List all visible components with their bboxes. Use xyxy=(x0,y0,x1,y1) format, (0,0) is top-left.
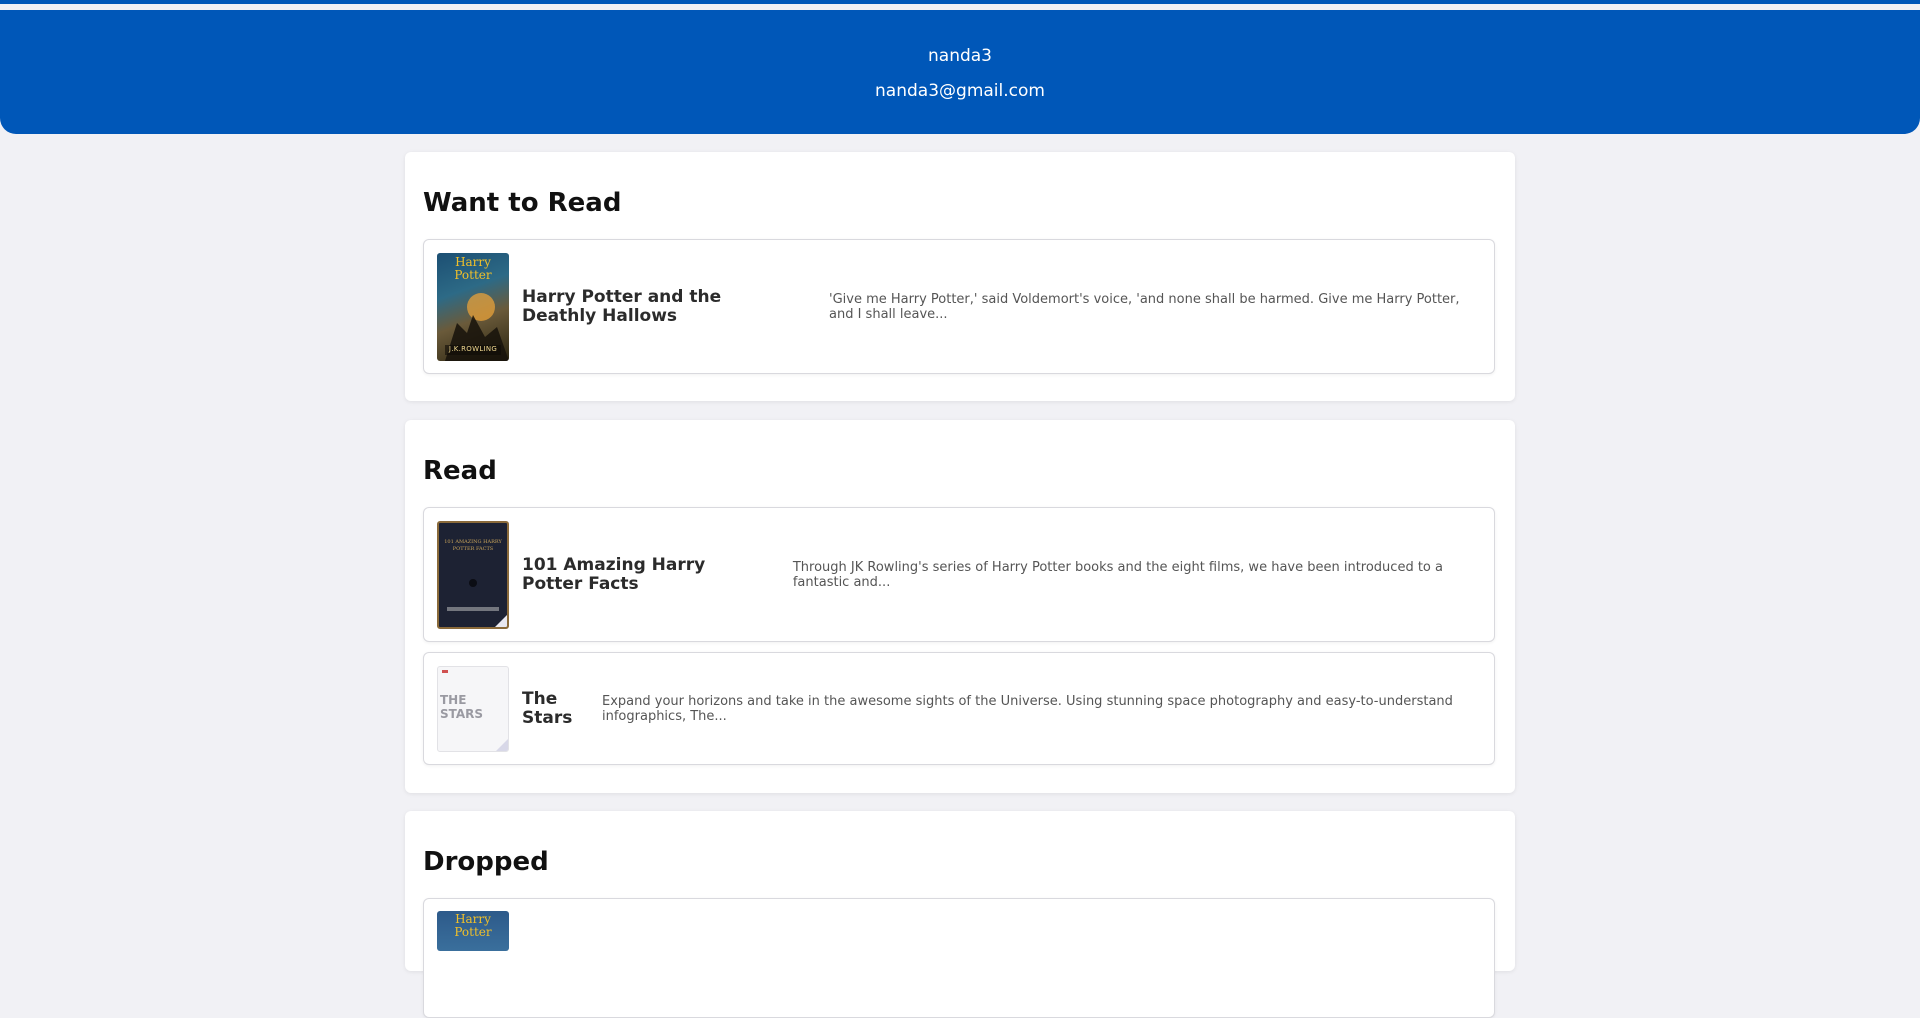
top-accent-strip xyxy=(0,0,1920,4)
book-cover-image[interactable]: THE STARS xyxy=(437,665,509,752)
book-title[interactable]: The Stars xyxy=(522,689,572,728)
cover-title-text: Harry Potter xyxy=(454,912,492,939)
profile-email: nanda3@gmail.com xyxy=(875,81,1045,101)
section-dropped: Dropped Harry Potter xyxy=(405,811,1515,1018)
section-want-to-read: Want to Read Harry Potter J.K.ROWLING Ha… xyxy=(405,152,1515,401)
book-cover-image[interactable]: 101 AMAZING HARRY POTTER FACTS xyxy=(437,520,509,629)
book-description: 'Give me Harry Potter,' said Voldemort's… xyxy=(829,291,1460,322)
book-card[interactable]: THE STARS The Stars Expand your horizons… xyxy=(423,652,1495,765)
profile-username: nanda3 xyxy=(928,46,992,66)
book-title[interactable]: Harry Potter and the Deathly Hallows xyxy=(522,287,799,326)
cover-author-text: J.K.ROWLING xyxy=(448,344,498,353)
profile-header: nanda3 nanda3@gmail.com xyxy=(0,10,1920,134)
book-card[interactable]: 101 AMAZING HARRY POTTER FACTS 101 Amazi… xyxy=(423,507,1495,642)
book-cover-ornament-icon xyxy=(447,578,507,627)
section-title: Read xyxy=(423,456,497,486)
book-cover-image[interactable]: Harry Potter xyxy=(437,911,509,951)
book-description: Expand your horizons and take in the awe… xyxy=(602,693,1453,724)
cover-title-text: Harry Potter xyxy=(454,254,492,282)
book-cover-image[interactable]: Harry Potter J.K.ROWLING xyxy=(437,252,509,361)
section-title: Want to Read xyxy=(423,188,622,218)
section-read: Read 101 AMAZING HARRY POTTER FACTS 101 … xyxy=(405,420,1515,793)
section-title: Dropped xyxy=(423,847,549,877)
book-card[interactable]: Harry Potter J.K.ROWLING Harry Potter an… xyxy=(423,239,1495,374)
book-description: Through JK Rowling's series of Harry Pot… xyxy=(792,559,1443,590)
book-title[interactable]: 101 Amazing Harry Potter Facts xyxy=(522,555,763,594)
book-card[interactable]: Harry Potter xyxy=(423,898,1495,1018)
book-cover-ornament-icon xyxy=(442,669,508,751)
